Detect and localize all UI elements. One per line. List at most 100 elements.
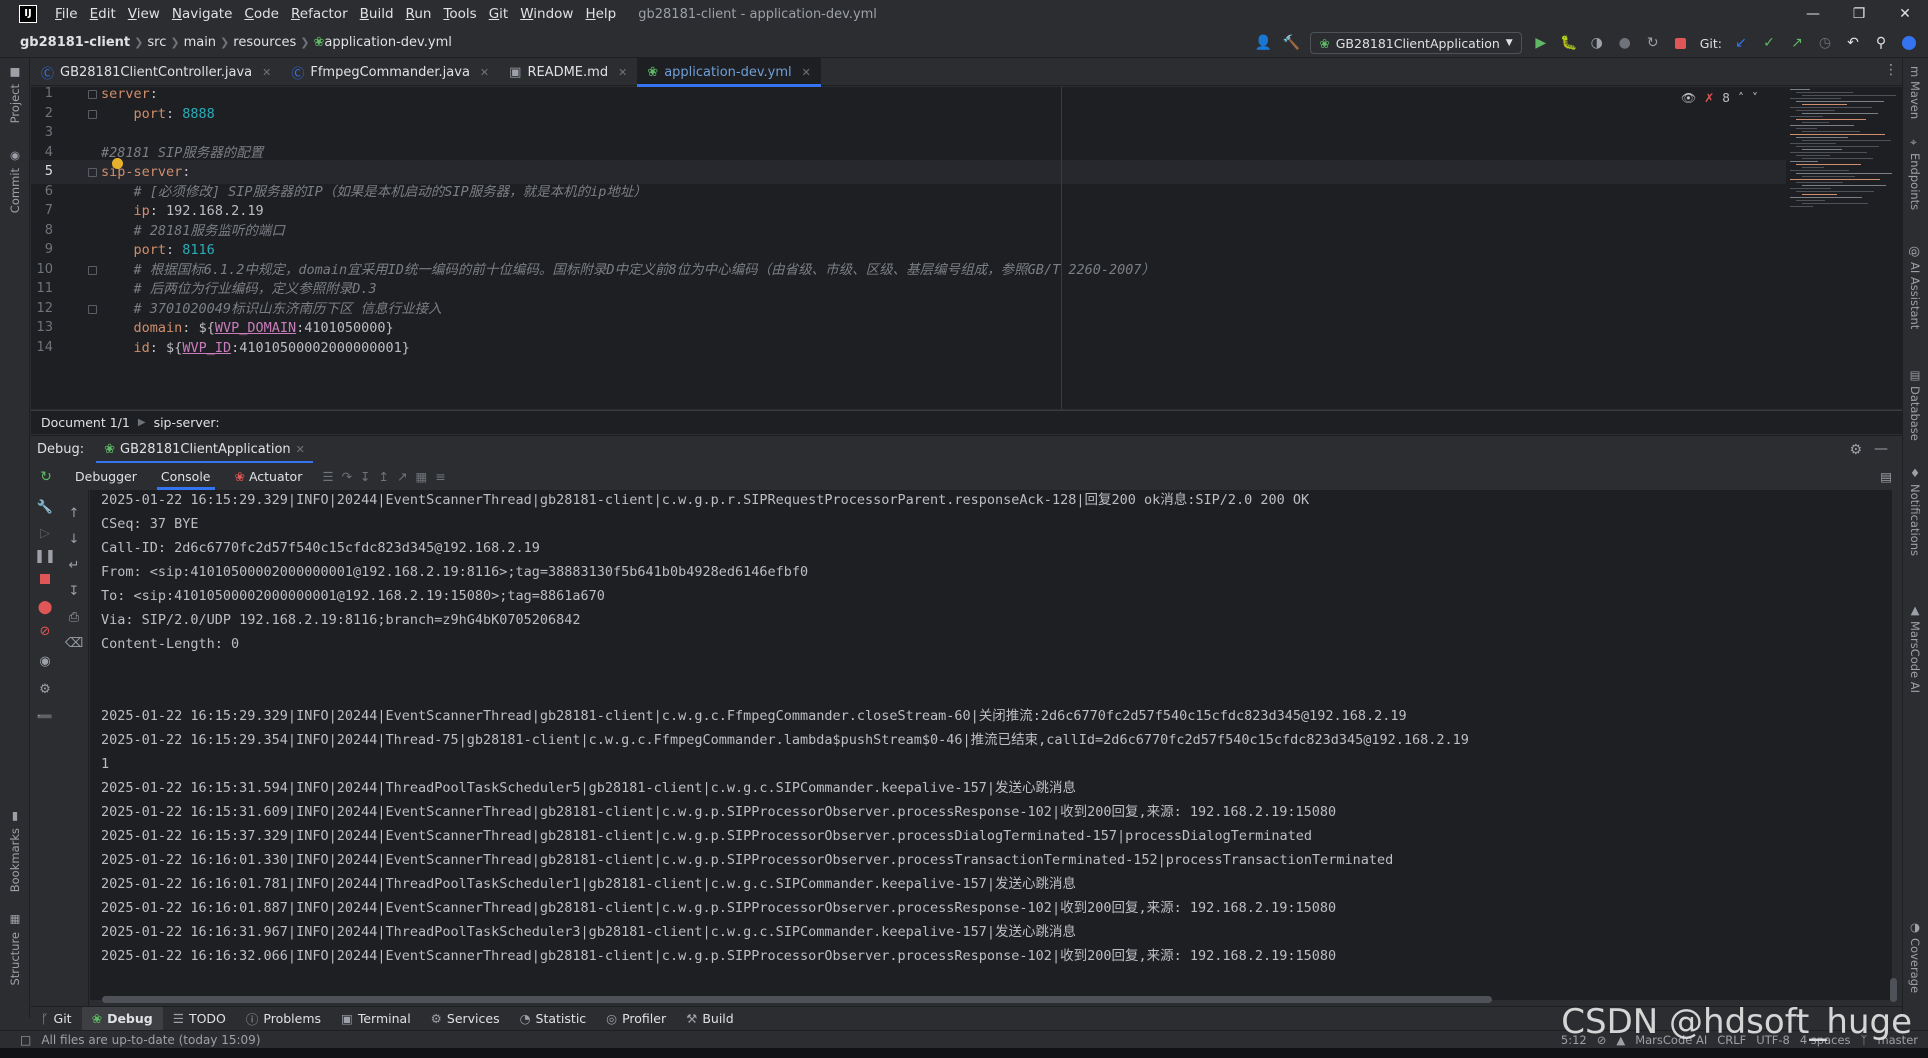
- tool-terminal[interactable]: ▣ Terminal: [331, 1007, 421, 1031]
- debug-subtab-console[interactable]: Console: [149, 463, 223, 490]
- editor-tab[interactable]: ▣ README.md ✕: [499, 58, 637, 86]
- soft-wrap-icon[interactable]: ↵: [65, 556, 83, 574]
- line-number[interactable]: 14: [31, 336, 53, 360]
- show-execution-point-icon[interactable]: ↷: [342, 469, 352, 484]
- status-message[interactable]: All files are up-to-date (today 15:09): [41, 1033, 260, 1047]
- panel-toggle-icon[interactable]: □: [20, 1033, 31, 1047]
- pause-icon[interactable]: ❚❚: [34, 547, 56, 565]
- mute-breakpoints-icon[interactable]: ⊘: [36, 622, 54, 640]
- yaml-path[interactable]: sip-server:: [154, 415, 220, 430]
- evaluate-icon[interactable]: ▦: [416, 469, 428, 484]
- git-update-icon[interactable]: ↙: [1732, 34, 1750, 52]
- menu-tools[interactable]: Tools: [437, 0, 482, 28]
- run-icon[interactable]: ▶: [1532, 34, 1550, 52]
- menu-lines-icon[interactable]: ☰: [322, 469, 333, 484]
- debug-subtab-debugger[interactable]: Debugger: [63, 463, 149, 490]
- menu-refactor[interactable]: Refactor: [285, 0, 354, 28]
- intention-bulb-icon[interactable]: [112, 158, 123, 169]
- close-tab-icon[interactable]: ✕: [480, 66, 489, 79]
- step-out-icon[interactable]: ↗: [397, 469, 407, 484]
- database-tool[interactable]: ▤ Database: [1908, 368, 1922, 441]
- profiler-icon[interactable]: ●: [1616, 34, 1634, 52]
- stop-icon[interactable]: [36, 570, 54, 588]
- menu-code[interactable]: Code: [238, 0, 285, 28]
- menu-run[interactable]: Run: [400, 0, 438, 28]
- editor-tab[interactable]: ❀ application-dev.yml ✕: [637, 58, 821, 87]
- rollback-icon[interactable]: ↶: [1844, 34, 1862, 52]
- build-hammer-icon[interactable]: 🔨: [1282, 34, 1300, 52]
- breadcrumb-item[interactable]: src: [147, 35, 166, 50]
- maven-tool[interactable]: m Maven: [1908, 66, 1922, 119]
- next-highlight-icon[interactable]: ˅: [1752, 91, 1758, 105]
- coverage-tool[interactable]: ◑ Coverage: [1908, 920, 1922, 993]
- menu-view[interactable]: View: [122, 0, 166, 28]
- pin-icon[interactable]: ➖: [36, 708, 54, 726]
- breadcrumb-item[interactable]: main: [184, 35, 216, 50]
- menu-edit[interactable]: Edit: [84, 0, 122, 28]
- more-tabs-icon[interactable]: ⋮: [1884, 62, 1898, 78]
- fold-marker-icon[interactable]: [88, 109, 97, 119]
- tool-problems[interactable]: ⓘ Problems: [236, 1007, 331, 1031]
- step-over-icon[interactable]: ↧: [360, 469, 370, 484]
- fold-marker-icon[interactable]: [88, 265, 97, 275]
- run-config-selector[interactable]: ❀ GB28181ClientApplication ▼: [1310, 32, 1522, 54]
- tool-statistic[interactable]: ◔ Statistic: [510, 1007, 597, 1031]
- rerun-icon[interactable]: ↻: [37, 468, 55, 486]
- settings-update-icon[interactable]: [1900, 34, 1918, 52]
- coverage-icon[interactable]: ◑: [1588, 34, 1606, 52]
- bookmarks-tool[interactable]: Bookmarks ▮: [8, 810, 22, 892]
- editor-minimap[interactable]: [1786, 87, 1902, 409]
- more-run-icon[interactable]: ↻: [1644, 34, 1662, 52]
- git-push-icon[interactable]: ↗: [1788, 34, 1806, 52]
- hide-panel-icon[interactable]: —: [1874, 441, 1888, 457]
- fold-marker-icon[interactable]: [88, 304, 97, 314]
- fold-marker-icon[interactable]: [88, 90, 97, 99]
- scroll-to-end-icon[interactable]: ↧: [65, 582, 83, 600]
- close-tab-icon[interactable]: ✕: [802, 66, 811, 79]
- menu-build[interactable]: Build: [354, 0, 400, 28]
- ai-assistant-tool[interactable]: @ AI Assistant: [1908, 246, 1922, 329]
- close-icon[interactable]: ✕: [1882, 0, 1928, 28]
- notifications-tool[interactable]: ♦ Notifications: [1908, 466, 1922, 556]
- close-tab-icon[interactable]: ✕: [296, 443, 305, 456]
- menu-help[interactable]: Help: [579, 0, 622, 28]
- search-icon[interactable]: ⚲: [1872, 34, 1890, 52]
- tool-services[interactable]: ⚙ Services: [421, 1007, 510, 1031]
- trace-icon[interactable]: ≡: [435, 469, 445, 484]
- camera-icon[interactable]: ◉: [36, 652, 54, 670]
- restore-icon[interactable]: ❐: [1836, 0, 1882, 28]
- arrow-down-icon[interactable]: ↓: [65, 530, 83, 548]
- close-tab-icon[interactable]: ✕: [262, 66, 271, 79]
- editor-tab[interactable]: Ⓒ GB28181ClientController.java ✕: [31, 58, 281, 86]
- tool-build[interactable]: ⚒ Build: [676, 1007, 744, 1031]
- resume-icon[interactable]: ▷: [36, 524, 54, 542]
- menu-file[interactable]: File: [49, 0, 84, 28]
- history-icon[interactable]: ◷: [1816, 34, 1834, 52]
- horizontal-scrollbar[interactable]: [102, 996, 1492, 1003]
- fold-marker-icon[interactable]: [88, 168, 97, 177]
- breadcrumb-item[interactable]: gb28181-client: [20, 35, 130, 50]
- tool-profiler[interactable]: ◎ Profiler: [596, 1007, 676, 1031]
- reader-mode-icon[interactable]: 👁: [1681, 91, 1696, 105]
- breadcrumb-item[interactable]: resources: [233, 35, 296, 50]
- menu-git[interactable]: Git: [483, 0, 515, 28]
- view-breakpoints-icon[interactable]: ⬤: [36, 598, 54, 616]
- prev-highlight-icon[interactable]: ˄: [1738, 91, 1744, 105]
- user-icon[interactable]: 👤: [1254, 34, 1272, 52]
- wrench-icon[interactable]: 🔧: [36, 498, 54, 516]
- print-icon[interactable]: ⎙: [65, 608, 83, 626]
- trash-icon[interactable]: ⌫: [65, 634, 83, 652]
- tool-debug[interactable]: ❀ Debug: [81, 1006, 163, 1031]
- debug-console-output[interactable]: 2025-01-22 16:15:29.329|INFO|20244|Event…: [90, 490, 1892, 1000]
- git-commit-icon[interactable]: ✓: [1760, 34, 1778, 52]
- menu-navigate[interactable]: Navigate: [166, 0, 239, 28]
- inspection-widget[interactable]: 👁 ✗ 8 ˄ ˅: [1681, 91, 1758, 105]
- tool-todo[interactable]: ☰ TODO: [163, 1007, 236, 1031]
- debug-subtab-actuator[interactable]: ❀ Actuator: [223, 463, 315, 490]
- layout-icon[interactable]: ▤: [1880, 469, 1892, 484]
- settings-icon[interactable]: ⚙: [36, 680, 54, 698]
- commit-tool[interactable]: Commit ◉: [8, 150, 22, 213]
- intellij-logo-icon[interactable]: IJ: [19, 5, 37, 23]
- code-editor[interactable]: 1 2 3 4 5 6 7 8 9 10 11 12 13 14 server: port: 8888 #2…: [31, 87, 1902, 409]
- step-into-icon[interactable]: ↥: [379, 469, 389, 484]
